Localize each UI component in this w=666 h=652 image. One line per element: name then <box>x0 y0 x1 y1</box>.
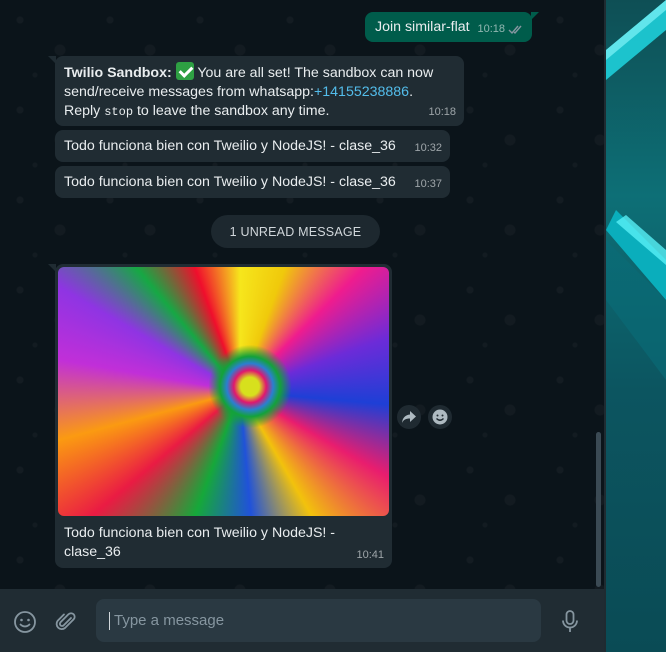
emoji-icon[interactable] <box>13 610 37 634</box>
message-image[interactable] <box>58 267 389 516</box>
phone-link[interactable]: +14155238886 <box>314 84 409 100</box>
mic-icon[interactable] <box>560 609 580 635</box>
unread-messages-divider: 1 UNREAD MESSAGE <box>211 215 380 248</box>
message-text: Join similar-flat <box>375 19 470 35</box>
forward-icon[interactable] <box>397 405 421 429</box>
stop-keyword: stop <box>104 105 134 119</box>
message-text: Todo funciona bien con Tweilio y NodeJS!… <box>64 174 396 190</box>
line-2-suffix: . <box>409 84 414 100</box>
message-line-3-suffix: to leave the sandbox any time. <box>133 103 330 119</box>
wallpaper-shapes <box>606 0 666 380</box>
sender-name: Twilio Sandbox: <box>64 65 172 81</box>
message-line-2: send/receive messages from whatsapp: <box>64 84 314 100</box>
message-time: 10:18 <box>428 106 456 118</box>
message-time: 10:37 <box>414 178 442 190</box>
incoming-message[interactable]: Todo funciona bien con Tweilio y NodeJS!… <box>55 130 450 162</box>
message-time: 10:32 <box>414 142 442 154</box>
desktop-background <box>606 0 666 652</box>
message-body: Twilio Sandbox: You are all set! The san… <box>64 62 456 122</box>
check-mark-emoji-icon <box>175 62 194 80</box>
message-input[interactable]: Type a message <box>96 599 541 642</box>
incoming-image-message[interactable]: Todo funciona bien con Tweilio y NodeJS!… <box>48 264 392 568</box>
message-text: Todo funciona bien con Tweilio y NodeJS!… <box>64 138 396 154</box>
bubble-tail <box>48 264 56 272</box>
react-emoji-icon[interactable] <box>428 405 452 429</box>
caption-line-2: clase_36 <box>64 544 121 560</box>
message-composer: Type a message <box>0 589 604 652</box>
message-line-1: You are all set! The sandbox can now <box>193 65 434 81</box>
chat-scrollbar[interactable] <box>596 432 601 587</box>
attach-icon[interactable] <box>54 610 78 634</box>
double-check-icon <box>508 25 522 35</box>
chat-panel: Join similar-flat 10:18 Twilio Sandbox: … <box>0 0 604 589</box>
image-caption: Todo funciona bien con Tweilio y NodeJS!… <box>64 524 335 562</box>
incoming-message[interactable]: Twilio Sandbox: You are all set! The san… <box>48 56 464 126</box>
message-line-3-prefix: Reply <box>64 103 105 119</box>
message-time: 10:18 <box>477 23 505 35</box>
caption-line-1: Todo funciona bien con Tweilio y NodeJS!… <box>64 525 336 541</box>
outgoing-message[interactable]: Join similar-flat 10:18 <box>365 12 539 42</box>
message-input-placeholder: Type a message <box>114 612 225 629</box>
bubble-tail <box>531 12 539 20</box>
text-cursor <box>109 611 110 630</box>
message-meta: 10:18 <box>477 20 524 39</box>
message-time: 10:41 <box>356 549 384 561</box>
bubble-tail <box>48 56 56 64</box>
incoming-message[interactable]: Todo funciona bien con Tweilio y NodeJS!… <box>55 166 450 198</box>
